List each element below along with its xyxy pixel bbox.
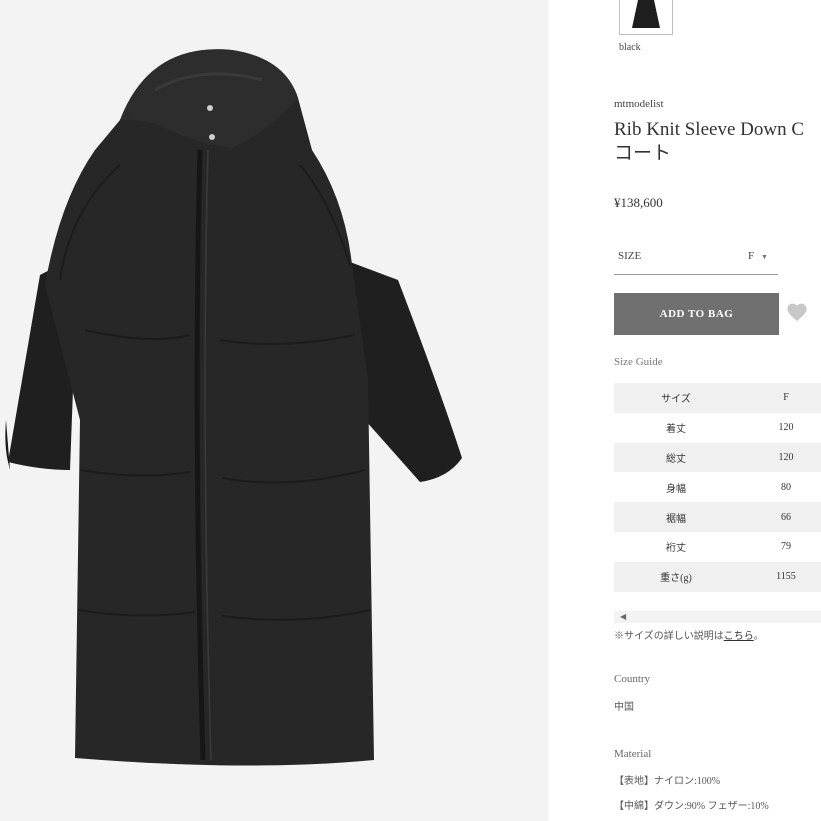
- color-label: black: [619, 42, 641, 53]
- product-price: ¥138,600: [614, 195, 663, 210]
- product-title: Rib Knit Sleeve Down C コート: [614, 118, 821, 166]
- table-row: 総丈 120: [614, 442, 821, 473]
- material-line: 【中綿】ダウン:90% フェザー:10%: [614, 801, 769, 812]
- size-select-value: F: [748, 250, 755, 262]
- table-row: サイズ F: [614, 383, 821, 413]
- size-row-value: 120: [778, 422, 794, 434]
- size-note-link[interactable]: こちら: [724, 631, 754, 642]
- add-to-bag-button[interactable]: ADD TO BAG: [614, 293, 779, 335]
- product-image[interactable]: [0, 0, 548, 821]
- product-title-line-1: Rib Knit Sleeve Down C: [614, 119, 804, 140]
- table-scrollbar[interactable]: ◀: [614, 611, 821, 623]
- table-row: 裄丈 79: [614, 532, 821, 562]
- chevron-left-icon[interactable]: ◀: [620, 611, 626, 623]
- size-select-label: SIZE: [618, 250, 642, 262]
- size-note-text: ※サイズの詳しい説明は: [614, 631, 724, 642]
- size-row-label: 裾幅: [614, 502, 738, 532]
- country-value: 中国: [614, 702, 634, 713]
- black-coat-thumbnail-icon: [632, 0, 660, 28]
- country-label: Country: [614, 673, 651, 685]
- size-row-label: サイズ: [614, 383, 738, 413]
- size-row-label: 着丈: [666, 424, 686, 436]
- size-row-label: 重さ(g): [614, 561, 738, 592]
- size-row-label: 総丈: [614, 442, 738, 473]
- size-row-value: 120: [738, 442, 821, 473]
- size-row-label: 裄丈: [666, 543, 686, 555]
- size-guide-link[interactable]: Size Guide: [614, 356, 663, 368]
- caret-down-icon: ▼: [761, 253, 768, 261]
- material-label: Material: [614, 748, 652, 760]
- size-note-suffix: 。: [753, 631, 764, 642]
- material-line: 【表地】ナイロン:100%: [614, 776, 721, 787]
- table-row: 重さ(g) 1155: [614, 561, 821, 592]
- brand-name[interactable]: mtmodelist: [614, 98, 664, 110]
- table-row: 身幅 80: [614, 472, 821, 502]
- size-select[interactable]: SIZE F ▼: [614, 242, 778, 275]
- size-row-value: 66: [738, 502, 821, 532]
- scrollbar-track[interactable]: [614, 611, 821, 623]
- size-row-value: 80: [781, 481, 791, 493]
- size-row-label: 身幅: [666, 483, 686, 495]
- heart-icon[interactable]: [786, 302, 808, 322]
- size-row-value: 1155: [738, 561, 821, 592]
- product-title-line-2: コート: [614, 143, 672, 164]
- table-row: 裾幅 66: [614, 502, 821, 532]
- size-note: ※サイズの詳しい説明はこちら。: [614, 627, 764, 642]
- size-table: サイズ F 着丈 120 総丈 120 身幅 80 裾幅 66 裄丈 79 重さ…: [614, 383, 821, 592]
- color-swatch[interactable]: [619, 0, 673, 35]
- product-info-panel: black mtmodelist Rib Knit Sleeve Down C …: [548, 0, 821, 821]
- size-row-value: 79: [781, 541, 791, 553]
- table-row: 着丈 120: [614, 413, 821, 443]
- coat-illustration: [5, 49, 462, 766]
- size-row-value: F: [738, 383, 821, 413]
